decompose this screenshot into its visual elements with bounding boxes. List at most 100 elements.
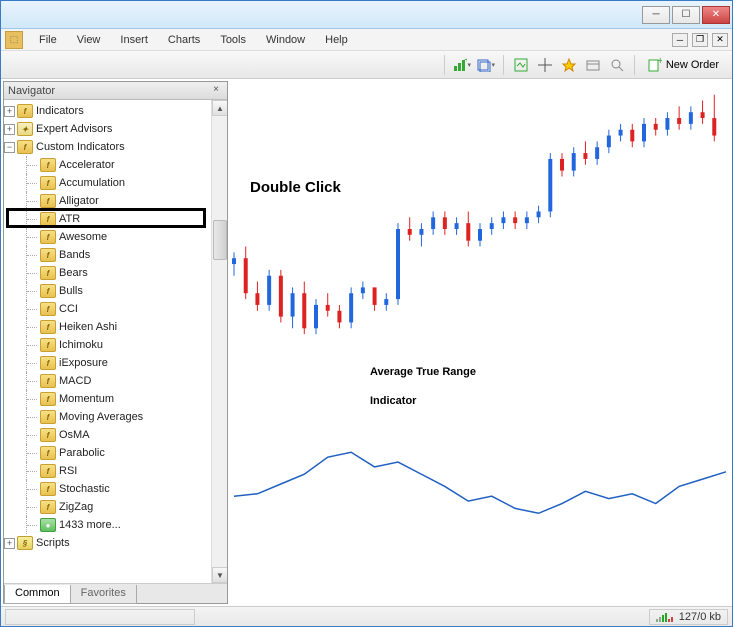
tree-item-iexposure[interactable]: fiExposure (4, 354, 211, 372)
mdi-minimize-button[interactable]: ─ (672, 33, 688, 47)
navigator-icon[interactable] (558, 54, 580, 76)
tree-item-atr[interactable]: fATR (4, 210, 211, 228)
tree-item-parabolic[interactable]: fParabolic (4, 444, 211, 462)
tree-item-heiken-ashi[interactable]: fHeiken Ashi (4, 318, 211, 336)
tree-label: Alligator (59, 195, 99, 207)
window-maximize-button[interactable]: ☐ (672, 6, 700, 24)
tree-label: ATR (59, 213, 80, 225)
tree-item-accelerator[interactable]: fAccelerator (4, 156, 211, 174)
tree-label: Stochastic (59, 483, 110, 495)
tree-item-macd[interactable]: fMACD (4, 372, 211, 390)
tree-item-alligator[interactable]: fAlligator (4, 192, 211, 210)
scroll-down-button[interactable]: ▼ (212, 567, 227, 583)
tree-label: Bands (59, 249, 90, 261)
tree-item-bears[interactable]: fBears (4, 264, 211, 282)
menu-window[interactable]: Window (256, 31, 315, 49)
chart-area[interactable]: Double Click Average True RangeIndicator (230, 79, 732, 606)
tree-item-stochastic[interactable]: fStochastic (4, 480, 211, 498)
tree-label: Expert Advisors (36, 123, 112, 135)
status-connection: 127/0 kb (649, 609, 728, 625)
tree-item-more[interactable]: ●1433 more... (4, 516, 211, 534)
tree-toggle-icon[interactable]: + (4, 538, 15, 549)
tree-item-zigzag[interactable]: fZigZag (4, 498, 211, 516)
svg-text:+: + (464, 58, 467, 66)
tab-favorites[interactable]: Favorites (70, 585, 137, 604)
tab-common[interactable]: Common (4, 585, 71, 604)
navigator-close-button[interactable]: × (209, 84, 223, 98)
tree-item-indicators[interactable]: +fIndicators (4, 102, 211, 120)
navigator-title: Navigator (8, 85, 209, 97)
new-order-button[interactable]: + New Order (641, 54, 726, 76)
indicator-icon: ✦ (17, 122, 33, 136)
mdi-close-button[interactable]: ✕ (712, 33, 728, 47)
menu-help[interactable]: Help (315, 31, 358, 49)
tree-item-momentum[interactable]: fMomentum (4, 390, 211, 408)
indicator-icon: f (40, 464, 56, 478)
tree-item-bands[interactable]: fBands (4, 246, 211, 264)
strategy-tester-icon[interactable] (606, 54, 628, 76)
toolbar-separator (634, 55, 635, 75)
tree-label: OsMA (59, 429, 90, 441)
menu-file[interactable]: File (29, 31, 67, 49)
tree-label: 1433 more... (59, 519, 121, 531)
indicator-icon: f (40, 356, 56, 370)
tree-label: Bulls (59, 285, 83, 297)
tree-item-cci[interactable]: fCCI (4, 300, 211, 318)
navigator-tree[interactable]: +fIndicators+✦Expert Advisors−fCustom In… (4, 100, 211, 583)
tree-item-ichimoku[interactable]: fIchimoku (4, 336, 211, 354)
indicator-icon: f (40, 482, 56, 496)
new-chart-icon[interactable]: +▾ (451, 54, 473, 76)
tree-item-accumulation[interactable]: fAccumulation (4, 174, 211, 192)
menubar: ⬚ FileViewInsertChartsToolsWindowHelp ─ … (1, 29, 732, 51)
tree-item-custom-indicators[interactable]: −fCustom Indicators (4, 138, 211, 156)
mdi-restore-button[interactable]: ❐ (692, 33, 708, 47)
tree-toggle-icon[interactable]: + (4, 124, 15, 135)
scroll-thumb[interactable] (213, 220, 227, 260)
indicator-icon: f (40, 176, 56, 190)
tree-toggle-icon[interactable]: − (4, 142, 15, 153)
annotation-double-click: Double Click (250, 179, 341, 196)
statusbar: 127/0 kb (1, 606, 732, 626)
terminal-icon[interactable] (582, 54, 604, 76)
tree-label: MACD (59, 375, 91, 387)
profiles-icon[interactable]: ▾ (475, 54, 497, 76)
tree-item-osma[interactable]: fOsMA (4, 426, 211, 444)
tree-label: Ichimoku (59, 339, 103, 351)
tree-item-bulls[interactable]: fBulls (4, 282, 211, 300)
menu-insert[interactable]: Insert (110, 31, 158, 49)
toolbar-separator (444, 55, 445, 75)
navigator-scrollbar[interactable]: ▲ ▼ (211, 100, 227, 583)
tree-label: Indicators (36, 105, 84, 117)
tree-item-expert-advisors[interactable]: +✦Expert Advisors (4, 120, 211, 138)
new-order-label: New Order (666, 59, 719, 71)
tree-item-moving-averages[interactable]: fMoving Averages (4, 408, 211, 426)
status-segment (5, 609, 195, 625)
indicator-icon: § (17, 536, 33, 550)
market-watch-icon[interactable] (510, 54, 532, 76)
crosshair-icon[interactable] (534, 54, 556, 76)
window-titlebar: ─ ☐ ✕ (1, 1, 732, 29)
scroll-up-button[interactable]: ▲ (212, 100, 227, 116)
navigator-panel: Navigator × +fIndicators+✦Expert Advisor… (3, 81, 228, 604)
tree-label: Heiken Ashi (59, 321, 117, 333)
tree-label: Momentum (59, 393, 114, 405)
tree-item-awesome[interactable]: fAwesome (4, 228, 211, 246)
tree-item-scripts[interactable]: +§Scripts (4, 534, 211, 552)
tree-toggle-icon[interactable]: + (4, 106, 15, 117)
menu-tools[interactable]: Tools (210, 31, 256, 49)
app-window: ─ ☐ ✕ ⬚ FileViewInsertChartsToolsWindowH… (0, 0, 733, 627)
menu-charts[interactable]: Charts (158, 31, 210, 49)
indicator-icon: f (40, 410, 56, 424)
tree-label: CCI (59, 303, 78, 315)
tree-item-rsi[interactable]: fRSI (4, 462, 211, 480)
indicator-icon: f (40, 320, 56, 334)
navigator-tree-wrap: +fIndicators+✦Expert Advisors−fCustom In… (4, 100, 227, 583)
tree-label: Custom Indicators (36, 141, 125, 153)
window-close-button[interactable]: ✕ (702, 6, 730, 24)
indicator-icon: f (40, 446, 56, 460)
menu-view[interactable]: View (67, 31, 111, 49)
indicator-icon: f (40, 248, 56, 262)
tree-label: ZigZag (59, 501, 93, 513)
indicator-icon: f (40, 374, 56, 388)
window-minimize-button[interactable]: ─ (642, 6, 670, 24)
